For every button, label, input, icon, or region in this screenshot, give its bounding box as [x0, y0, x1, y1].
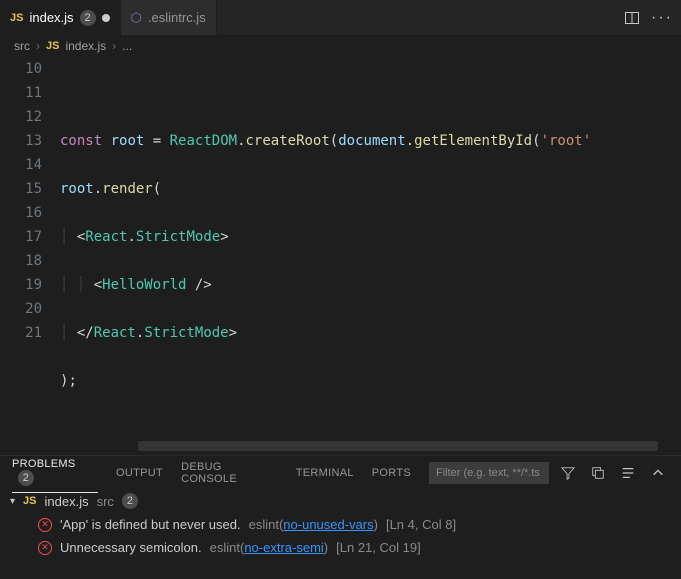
eslint-icon: ⬡: [131, 10, 142, 26]
javascript-icon: JS: [10, 12, 23, 24]
bottom-panel: PROBLEMS 2 OUTPUT DEBUG CONSOLE TERMINAL…: [0, 455, 681, 579]
panel-tab-output[interactable]: OUTPUT: [116, 467, 163, 479]
problems-filter-input[interactable]: [429, 462, 549, 484]
panel-tab-debug-console[interactable]: DEBUG CONSOLE: [181, 461, 278, 485]
chevron-right-icon: ›: [36, 39, 40, 53]
problem-rule-link[interactable]: no-extra-semi: [244, 540, 323, 555]
problems-count-badge: 2: [18, 470, 34, 486]
breadcrumb-segment[interactable]: index.js: [65, 39, 106, 53]
collapse-all-icon[interactable]: [587, 462, 609, 484]
problem-item[interactable]: ✕ Unnecessary semicolon. eslint(no-extra…: [0, 536, 681, 559]
code-content[interactable]: const root = ReactDOM.createRoot(documen…: [60, 57, 681, 455]
problem-item[interactable]: ✕ 'App' is defined but never used. eslin…: [0, 513, 681, 536]
panel-tab-ports[interactable]: PORTS: [372, 467, 411, 479]
split-editor-icon[interactable]: [621, 7, 643, 29]
problem-message: Unnecessary semicolon.: [60, 540, 202, 555]
problem-message: 'App' is defined but never used.: [60, 517, 241, 532]
chevron-right-icon: ›: [112, 39, 116, 53]
chevron-down-icon[interactable]: ▾: [10, 496, 15, 507]
panel-tab-terminal[interactable]: TERMINAL: [296, 467, 354, 479]
panel-tab-bar: PROBLEMS 2 OUTPUT DEBUG CONSOLE TERMINAL…: [0, 456, 681, 489]
breadcrumb[interactable]: src › JS index.js › ...: [0, 35, 681, 57]
tab-problem-badge: 2: [80, 10, 96, 26]
javascript-icon: JS: [23, 495, 36, 507]
chevron-up-icon[interactable]: [647, 462, 669, 484]
more-actions-icon[interactable]: ···: [651, 7, 673, 29]
javascript-icon: JS: [46, 40, 59, 52]
tab-label: .eslintrc.js: [148, 10, 206, 25]
editor-tab-bar: JS index.js 2 ⬡ .eslintrc.js ···: [0, 0, 681, 35]
unsaved-dot-icon: [102, 14, 110, 22]
file-name: index.js: [45, 494, 89, 509]
code-editor[interactable]: 101112 131415 161718 192021 const root =…: [0, 57, 681, 455]
file-folder: src: [97, 494, 114, 509]
problem-location: [Ln 21, Col 19]: [336, 540, 421, 555]
problem-rule-link[interactable]: no-unused-vars: [283, 517, 373, 532]
breadcrumb-segment[interactable]: ...: [122, 39, 132, 53]
tab-index-js[interactable]: JS index.js 2: [0, 0, 121, 35]
problems-list: ▾ JS index.js src 2 ✕ 'App' is defined b…: [0, 489, 681, 579]
tab-label: index.js: [29, 10, 73, 25]
breadcrumb-segment[interactable]: src: [14, 39, 30, 53]
filter-icon[interactable]: [557, 462, 579, 484]
problem-location: [Ln 4, Col 8]: [386, 517, 456, 532]
problem-source: eslint(no-extra-semi): [210, 540, 329, 555]
tab-eslintrc-js[interactable]: ⬡ .eslintrc.js: [121, 0, 217, 35]
error-icon: ✕: [38, 518, 52, 532]
problems-file-group[interactable]: ▾ JS index.js src 2: [0, 489, 681, 513]
line-number-gutter: 101112 131415 161718 192021: [0, 57, 60, 455]
view-as-list-icon[interactable]: [617, 462, 639, 484]
problem-source: eslint(no-unused-vars): [249, 517, 378, 532]
horizontal-scrollbar[interactable]: [138, 441, 658, 451]
error-icon: ✕: [38, 541, 52, 555]
file-problem-count-badge: 2: [122, 493, 138, 509]
panel-tab-problems[interactable]: PROBLEMS 2: [12, 458, 98, 493]
